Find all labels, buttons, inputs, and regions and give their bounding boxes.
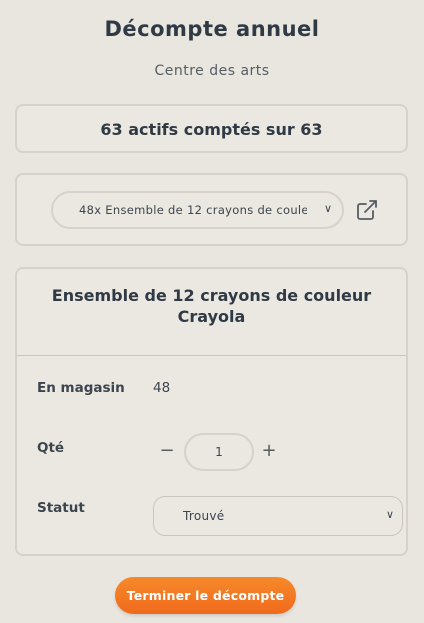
status-select-value: Trouvé <box>183 509 225 523</box>
finish-count-button[interactable]: Terminer le décompte <box>115 577 296 614</box>
item-title: Ensemble de 12 crayons de couleur Crayol… <box>51 286 372 326</box>
count-summary-card: 63 actifs comptés sur 63 <box>15 104 408 153</box>
qty-decrement-button[interactable]: − <box>157 440 177 461</box>
status-label: Statut <box>37 500 85 516</box>
qty-increment-button[interactable]: + <box>259 440 279 461</box>
stock-value: 48 <box>153 380 171 396</box>
count-summary-text: 63 actifs comptés sur 63 <box>100 120 323 139</box>
divider <box>17 355 406 356</box>
qty-label: Qté <box>37 440 65 456</box>
chevron-down-icon: ∨ <box>385 508 394 521</box>
item-select[interactable]: 48x Ensemble de 12 crayons de couleur Cr… <box>51 191 344 229</box>
item-detail-card: Ensemble de 12 crayons de couleur Crayol… <box>15 267 408 556</box>
item-selector-card: 48x Ensemble de 12 crayons de couleur Cr… <box>15 173 408 246</box>
external-link-icon[interactable] <box>355 198 379 222</box>
stock-label: En magasin <box>37 380 125 396</box>
qty-input[interactable]: 1 <box>184 433 254 471</box>
status-select[interactable]: Trouvé ∨ <box>153 496 403 536</box>
page-title: Décompte annuel <box>104 17 320 41</box>
item-select-value: 48x Ensemble de 12 crayons de couleur Cr… <box>79 203 307 217</box>
page-subtitle: Centre des arts <box>154 63 270 79</box>
chevron-down-icon: ∨ <box>323 202 332 215</box>
